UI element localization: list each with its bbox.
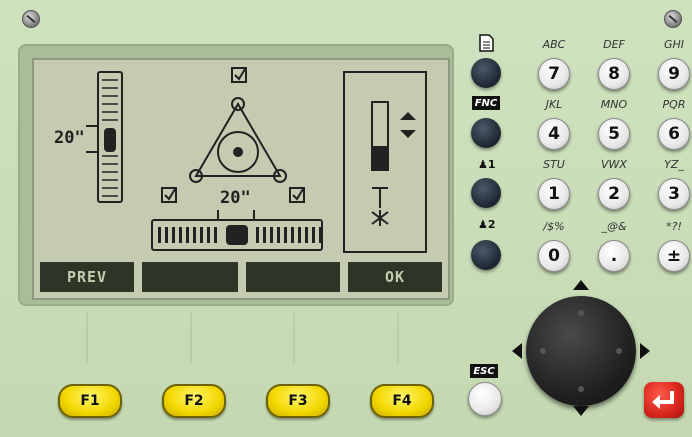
intensity-up-icon bbox=[400, 112, 416, 120]
vial-tick bbox=[319, 227, 322, 243]
down-arrow-icon bbox=[573, 406, 589, 416]
keypad-key[interactable]: 9 bbox=[658, 58, 690, 90]
vial-tick bbox=[291, 227, 294, 243]
key-letters-label: VWX bbox=[601, 158, 627, 171]
vial-tick bbox=[263, 227, 266, 243]
keypad-key[interactable]: 8 bbox=[598, 58, 630, 90]
user2-icon: ♟2 bbox=[478, 218, 496, 231]
key-letters-label: YZ_ bbox=[664, 158, 684, 171]
vial-tick bbox=[172, 227, 175, 243]
vial-tick bbox=[270, 227, 273, 243]
fnc-key[interactable] bbox=[471, 118, 501, 148]
vial-tick bbox=[312, 227, 315, 243]
left-level-value: 20" bbox=[54, 128, 85, 148]
f1-guide-line bbox=[86, 312, 88, 364]
user2-key[interactable] bbox=[471, 240, 501, 270]
key-letters-label: *?! bbox=[666, 220, 682, 233]
user2-label: 2 bbox=[487, 218, 496, 231]
key-letters-label: ABC bbox=[542, 38, 566, 51]
f2-guide-line bbox=[190, 312, 192, 364]
f4-guide-line bbox=[397, 312, 399, 364]
vial-tick bbox=[186, 227, 189, 243]
tribrach-triangle bbox=[194, 102, 282, 177]
keypad-key[interactable]: ± bbox=[658, 240, 690, 272]
keypad-key[interactable]: 0 bbox=[538, 240, 570, 272]
key-letters-label: PQR bbox=[662, 98, 686, 111]
keypad-key[interactable]: 1 bbox=[538, 178, 570, 210]
vial-tick bbox=[200, 227, 203, 243]
vial-tick bbox=[305, 227, 308, 243]
key-letters-label: JKL bbox=[545, 98, 563, 111]
softkey-ok[interactable]: OK bbox=[348, 262, 442, 292]
instrument-panel: 20" 20" PREV OK F1 F2 F3 F4 FNC ♟1 ♟2 AB… bbox=[0, 0, 692, 437]
vial-tick bbox=[158, 227, 161, 243]
softkey-prev[interactable]: PREV bbox=[40, 262, 134, 292]
keypad-key[interactable]: 5 bbox=[598, 118, 630, 150]
f2-button[interactable]: F2 bbox=[162, 384, 226, 418]
f4-button[interactable]: F4 bbox=[370, 384, 434, 418]
vial-tick bbox=[298, 227, 301, 243]
enter-icon bbox=[652, 391, 674, 409]
joy-dot bbox=[578, 386, 584, 392]
user1-icon: ♟1 bbox=[478, 158, 496, 171]
enter-key[interactable] bbox=[644, 382, 684, 418]
fnc-label: FNC bbox=[472, 96, 500, 110]
key-letters-label: GHI bbox=[663, 38, 685, 51]
bottom-level-value: 20" bbox=[220, 188, 251, 208]
vial-tick bbox=[165, 227, 168, 243]
f3-guide-line bbox=[293, 312, 295, 364]
left-arrow-icon bbox=[512, 343, 522, 359]
document-icon bbox=[479, 34, 494, 52]
screw-icon bbox=[22, 10, 40, 28]
esc-label: ESC bbox=[470, 364, 498, 378]
user1-label: 1 bbox=[487, 158, 496, 171]
vial-tick bbox=[207, 227, 210, 243]
intensity-fill bbox=[373, 146, 387, 169]
vial-tick bbox=[179, 227, 182, 243]
vial-tick bbox=[214, 227, 217, 243]
vertical-bubble bbox=[104, 128, 116, 152]
navigation-joystick[interactable] bbox=[526, 296, 636, 406]
key-letters-label: STU bbox=[543, 158, 565, 171]
vial-tick bbox=[277, 227, 280, 243]
key-letters-label: DEF bbox=[603, 38, 625, 51]
keypad-key[interactable]: 3 bbox=[658, 178, 690, 210]
vial-tick bbox=[284, 227, 287, 243]
screw-icon bbox=[664, 10, 682, 28]
key-letters-label: MNO bbox=[600, 98, 628, 111]
intensity-down-icon bbox=[400, 130, 416, 138]
keypad-key[interactable]: 4 bbox=[538, 118, 570, 150]
f1-button[interactable]: F1 bbox=[58, 384, 122, 418]
keypad-key[interactable]: . bbox=[598, 240, 630, 272]
user1-key[interactable] bbox=[471, 178, 501, 208]
softkey-3[interactable] bbox=[246, 262, 340, 292]
vial-tick bbox=[256, 227, 259, 243]
keypad-key[interactable]: 2 bbox=[598, 178, 630, 210]
vial-tick bbox=[193, 227, 196, 243]
horizontal-bubble bbox=[226, 225, 248, 245]
softkey-2[interactable] bbox=[142, 262, 238, 292]
key-letters-label: _@& bbox=[601, 220, 627, 233]
key-letters-label: /$% bbox=[543, 220, 565, 233]
joy-dot bbox=[540, 348, 546, 354]
circular-bubble bbox=[233, 147, 243, 157]
menu-key[interactable] bbox=[471, 58, 501, 88]
right-arrow-icon bbox=[640, 343, 650, 359]
esc-key[interactable] bbox=[468, 382, 502, 416]
keypad-key[interactable]: 7 bbox=[538, 58, 570, 90]
joy-dot bbox=[578, 310, 584, 316]
joy-dot bbox=[616, 348, 622, 354]
f3-button[interactable]: F3 bbox=[266, 384, 330, 418]
keypad-key[interactable]: 6 bbox=[658, 118, 690, 150]
up-arrow-icon bbox=[573, 280, 589, 290]
